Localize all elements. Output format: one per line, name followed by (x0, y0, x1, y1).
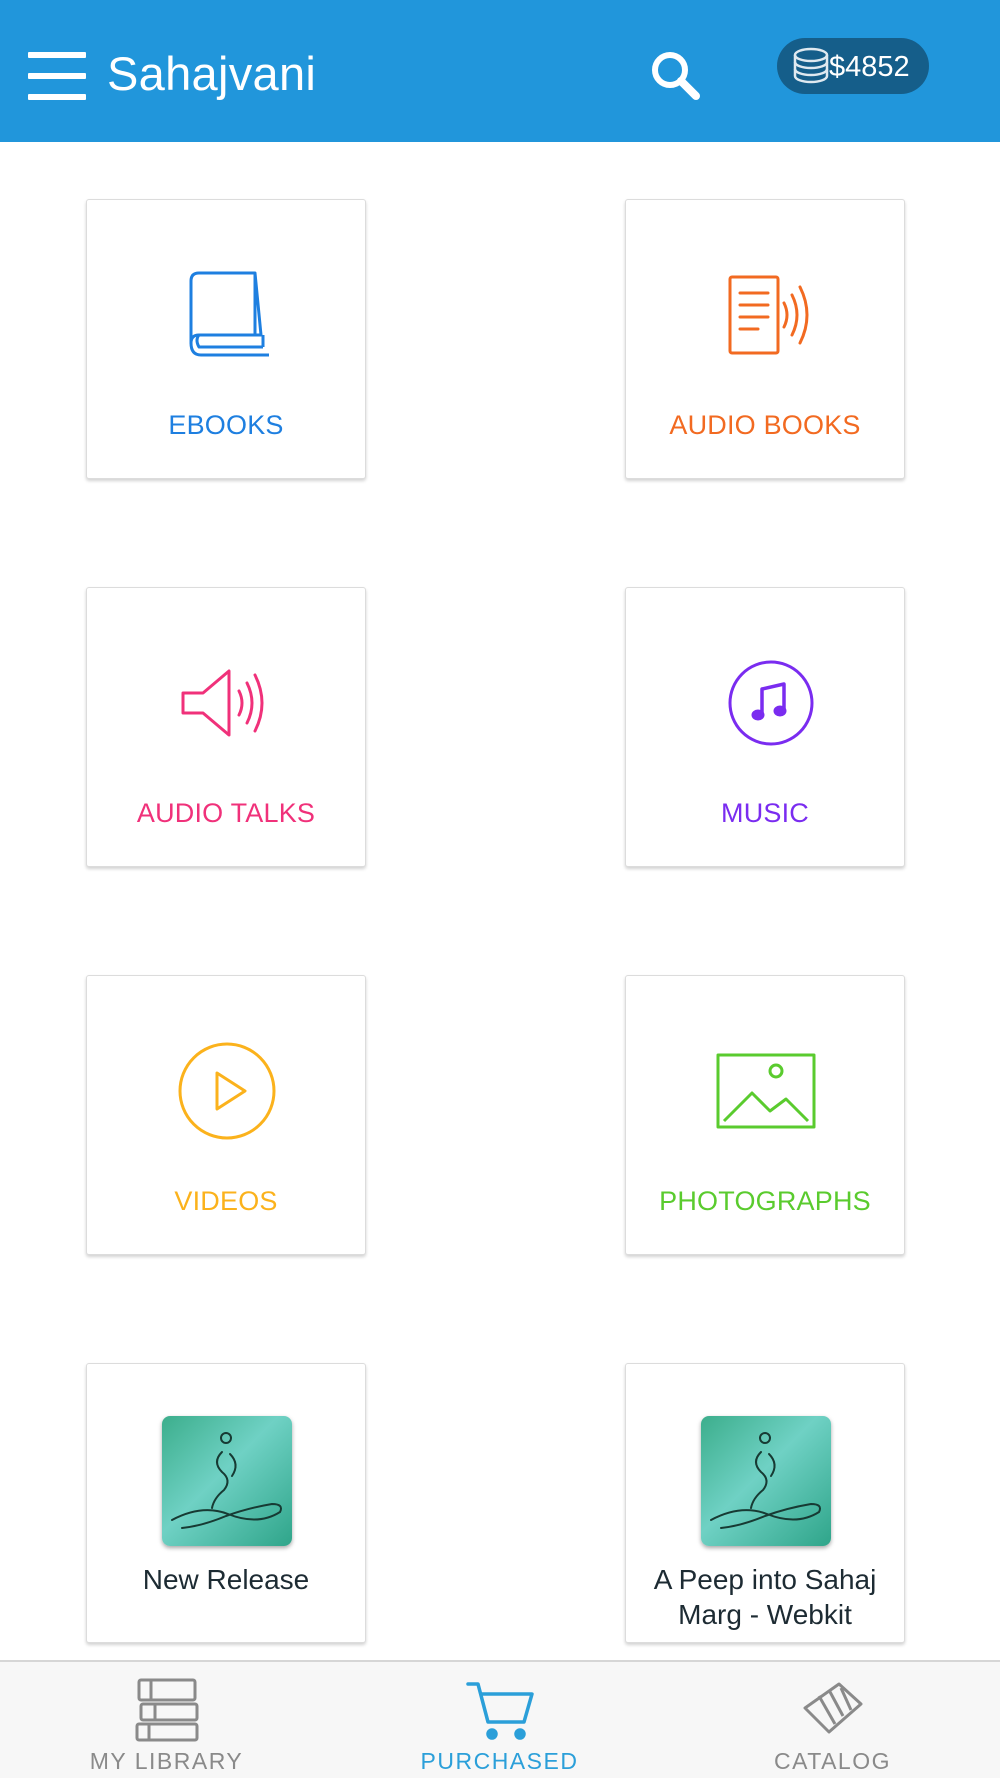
app-header: Sahajvani $4852 (0, 0, 1000, 142)
category-label: EBOOKS (168, 410, 284, 440)
books-stack-icon (135, 1678, 198, 1742)
book-title: New Release (142, 1564, 310, 1595)
coins-stack-icon (793, 47, 829, 84)
nav-purchased[interactable]: PURCHASED (333, 1662, 666, 1778)
search-icon[interactable] (648, 48, 706, 106)
music-note-icon (728, 660, 814, 746)
bottom-navigation: MY LIBRARY PURCHASED CATALOG (0, 1660, 1000, 1778)
image-icon (716, 1053, 816, 1129)
category-label: VIDEOS (174, 1186, 278, 1216)
nav-label: MY LIBRARY (89, 1748, 244, 1774)
category-label: AUDIO TALKS (136, 798, 316, 828)
nav-label: CATALOG (774, 1748, 891, 1774)
nav-my-library[interactable]: MY LIBRARY (0, 1662, 333, 1778)
book-cover-image (162, 1416, 292, 1546)
category-label: AUDIO BOOKS (669, 410, 861, 440)
speaker-icon (181, 669, 264, 737)
category-label: MUSIC (721, 798, 809, 828)
catalog-cards-icon (803, 1682, 862, 1734)
book-title: A Peep into Sahaj Marg - Webkit (653, 1564, 877, 1630)
hamburger-menu-icon[interactable] (28, 52, 88, 100)
category-tile-ebooks[interactable]: EBOOKS (86, 199, 366, 479)
category-tile-music[interactable]: MUSIC (625, 587, 905, 867)
book-tile-new-release[interactable]: New Release (86, 1363, 366, 1643)
book-icon (189, 271, 269, 357)
category-tile-photographs[interactable]: PHOTOGRAPHS (625, 975, 905, 1255)
book-tile-peep-into-sahaj-marg[interactable]: A Peep into Sahaj Marg - Webkit (625, 1363, 905, 1643)
audiobook-icon (728, 275, 809, 355)
play-circle-icon (178, 1042, 276, 1140)
shopping-cart-icon (465, 1682, 534, 1740)
nav-catalog[interactable]: CATALOG (666, 1662, 999, 1778)
category-tile-audio-books[interactable]: AUDIO BOOKS (625, 199, 905, 479)
wallet-balance-button[interactable]: $4852 (777, 38, 929, 94)
wallet-amount: $4852 (829, 51, 910, 83)
app-title: Sahajvani (107, 47, 317, 100)
category-tile-videos[interactable]: VIDEOS (86, 975, 366, 1255)
category-tile-audio-talks[interactable]: AUDIO TALKS (86, 587, 366, 867)
category-grid: EBOOKS AUDIO BOOKS AUDIO TALKS MUSIC VID… (0, 142, 1000, 1660)
category-label: PHOTOGRAPHS (659, 1186, 871, 1216)
meditation-figure-icon (162, 1416, 292, 1546)
meditation-figure-icon (701, 1416, 831, 1546)
nav-label: PURCHASED (420, 1748, 579, 1774)
book-cover-image (701, 1416, 831, 1546)
